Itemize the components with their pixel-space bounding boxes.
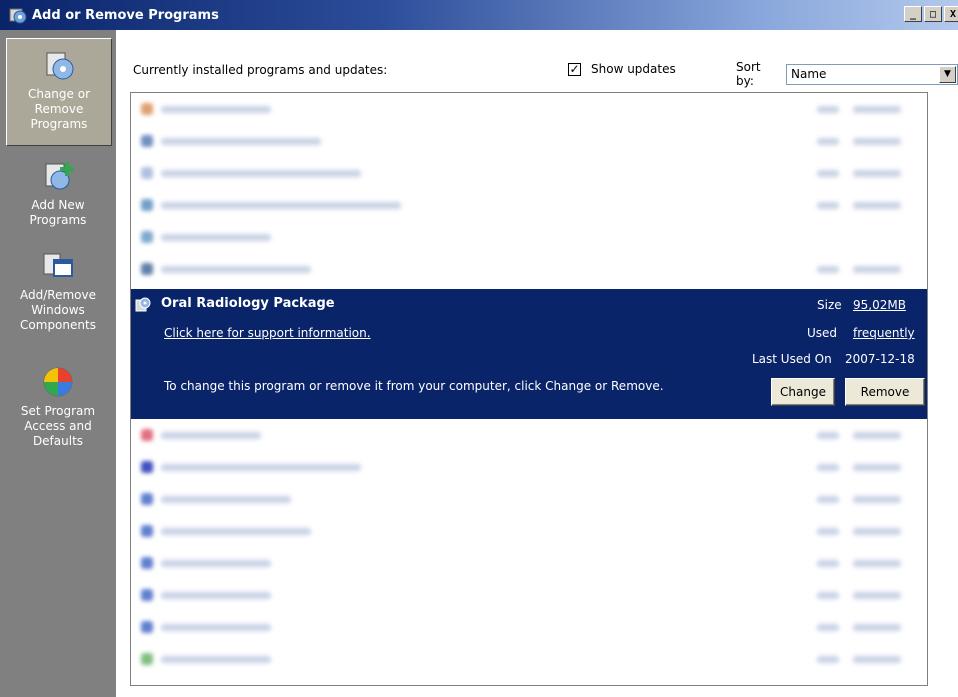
list-item[interactable] [131,189,927,221]
sort-by-dropdown[interactable]: Name ▼ [786,63,958,85]
list-item[interactable] [131,611,927,643]
title-bar: Add or Remove Programs _ □ X [0,0,958,30]
change-remove-hint: To change this program or remove it from… [164,379,664,393]
list-item[interactable] [131,221,927,253]
window-title: Add or Remove Programs [32,7,219,23]
list-item[interactable] [131,451,927,483]
sidebar-item-label: Access and [24,419,92,433]
program-list[interactable]: Oral Radiology Package Click here for su… [130,92,928,686]
sidebar: Change or Remove Programs Add New Progra… [0,30,116,697]
list-item[interactable] [131,579,927,611]
show-updates-checkbox[interactable]: ✓ [568,62,581,76]
sidebar-item-add-new[interactable]: Add New Programs [0,158,116,228]
sort-by-value: Name [791,67,827,81]
main-panel: Currently installed programs and updates… [116,30,958,697]
change-remove-icon [41,47,77,83]
windows-components-icon [40,248,76,284]
list-item[interactable] [131,125,927,157]
sidebar-item-label: Add/Remove [20,288,96,302]
show-updates-control[interactable]: ✓ Show updates [568,62,676,76]
selected-program-row[interactable]: Oral Radiology Package Click here for su… [131,289,927,419]
used-label: Used [807,326,838,340]
list-item[interactable] [131,515,927,547]
change-button[interactable]: Change [771,378,835,406]
sidebar-item-label: Defaults [32,434,84,448]
sidebar-item-windows-components[interactable]: Add/Remove Windows Components [0,248,116,333]
sidebar-item-label: Programs [29,213,87,227]
support-info-link[interactable]: Click here for support information. [164,326,371,340]
add-remove-programs-icon [8,5,28,25]
show-updates-label: Show updates [591,62,676,76]
close-button[interactable]: X [944,6,958,22]
sidebar-item-label: Change or [27,87,91,101]
set-program-access-icon [40,364,76,400]
chevron-down-icon[interactable]: ▼ [939,65,956,83]
program-name: Oral Radiology Package [161,296,335,311]
add-new-programs-icon [40,158,76,194]
list-item[interactable] [131,253,927,285]
list-item[interactable] [131,643,927,675]
sort-by-control: Sort by: Name ▼ [736,60,958,88]
list-item[interactable] [131,483,927,515]
used-value[interactable]: frequently [853,326,915,340]
list-heading: Currently installed programs and updates… [133,63,388,77]
list-item[interactable] [131,93,927,125]
sidebar-item-label: Windows [31,303,85,317]
sidebar-item-change-remove[interactable]: Change or Remove Programs [6,38,112,146]
last-used-value: 2007-12-18 [845,352,915,366]
size-value[interactable]: 95,02MB [853,298,906,312]
remove-button[interactable]: Remove [845,378,925,406]
sidebar-item-label: Add New [31,198,85,212]
sidebar-item-label: Components [20,318,96,332]
sidebar-item-label: Remove [34,102,84,116]
size-label: Size [817,298,842,312]
sidebar-item-set-program-access[interactable]: Set Program Access and Defaults [0,364,116,449]
last-used-label: Last Used On [752,352,832,366]
sidebar-item-label: Programs [30,117,88,131]
package-icon [135,296,151,312]
list-item[interactable] [131,157,927,189]
toolbar: Currently installed programs and updates… [116,30,958,92]
maximize-button[interactable]: □ [924,6,942,22]
list-item[interactable] [131,547,927,579]
list-item[interactable] [131,419,927,451]
minimize-button[interactable]: _ [904,6,922,22]
sidebar-item-label: Set Program [20,404,96,418]
sort-by-label: Sort by: [736,60,761,88]
